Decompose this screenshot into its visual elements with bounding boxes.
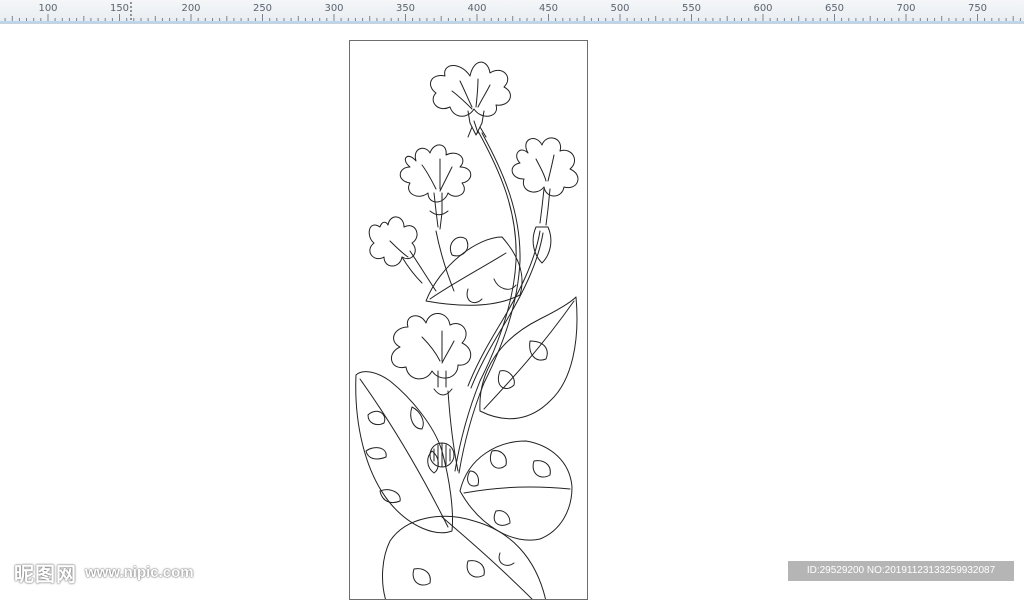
watermark-id: ID:29529200 NO:20191123133259932087 <box>788 561 1014 581</box>
ruler-label: 100 <box>38 3 58 14</box>
ruler-label: 700 <box>896 3 916 14</box>
left-stem <box>435 230 455 292</box>
drawing-canvas[interactable] <box>0 24 1024 600</box>
flower-top <box>430 61 511 138</box>
leaf-bottom <box>382 515 546 599</box>
ruler-label: 550 <box>681 3 702 14</box>
ruler-label: 500 <box>610 3 630 14</box>
flower-small-left <box>368 216 423 284</box>
ruler-label: 200 <box>181 3 201 14</box>
ruler-label: 750 <box>967 3 988 14</box>
ruler-label: 150 <box>109 3 130 14</box>
floral-line-art <box>355 61 579 599</box>
watermark-logo: 昵图网 www.nipic.com <box>14 560 194 586</box>
ruler-label: 300 <box>324 3 344 14</box>
flower-bud <box>532 226 552 264</box>
ruler-label: 400 <box>467 3 487 14</box>
ruler-label: 450 <box>538 3 559 14</box>
artboard[interactable] <box>349 40 588 600</box>
horizontal-ruler[interactable]: 100 150 200 250 300 350 400 450 500 550 600 650 700 7… <box>0 0 1024 24</box>
ruler-label: 600 <box>753 3 773 14</box>
leaf-right-lower <box>459 440 573 541</box>
flower-left-upper <box>399 144 472 230</box>
watermark-logo-text: 昵图网 <box>14 561 77 586</box>
flower-middle-lower <box>391 313 472 396</box>
ruler-label: 350 <box>395 3 416 14</box>
leaf-middle <box>425 236 523 306</box>
watermark-url: www.nipic.com <box>85 563 194 581</box>
leaf-left-large <box>355 371 455 534</box>
flower-right-upper <box>511 137 579 264</box>
leaf-right-upper <box>479 296 578 420</box>
ruler-label: 250 <box>252 3 273 14</box>
ruler-label: 650 <box>824 3 845 14</box>
